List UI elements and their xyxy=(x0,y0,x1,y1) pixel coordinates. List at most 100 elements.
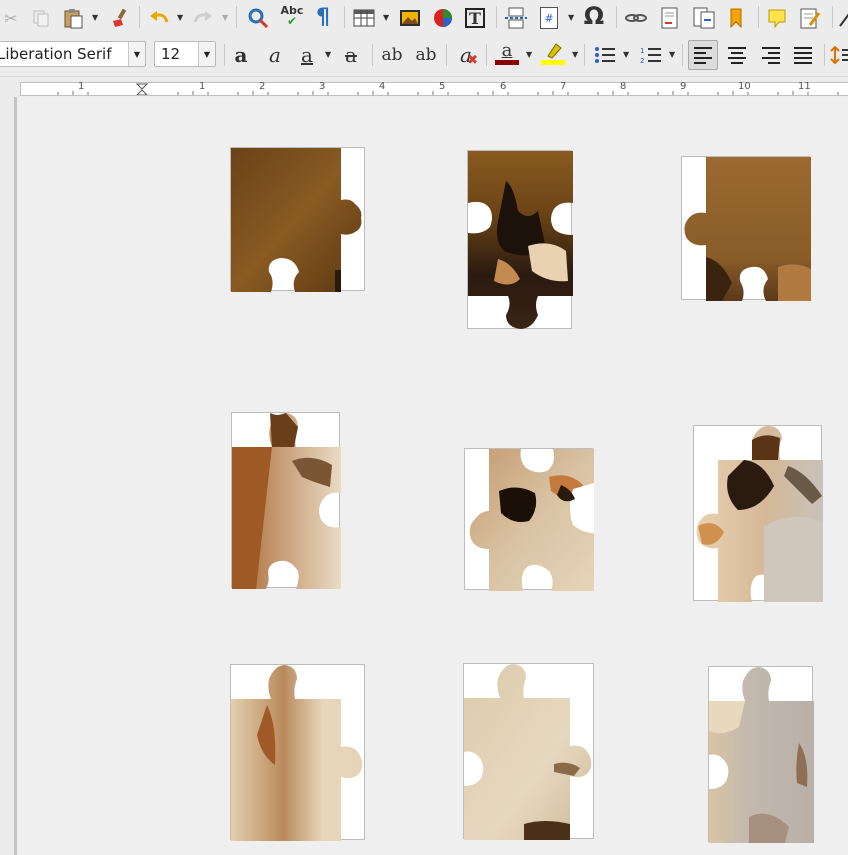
puzzle-piece-4[interactable] xyxy=(231,412,341,589)
footnote-icon[interactable] xyxy=(656,4,684,32)
font-size-value[interactable]: 12 xyxy=(155,45,198,63)
field-icon: # xyxy=(540,7,558,29)
ruler-number: 6 xyxy=(500,81,507,92)
svg-text:2: 2 xyxy=(640,57,644,65)
highlight-dropdown-arrow[interactable]: ▼ xyxy=(572,50,578,59)
subscript-icon: ab xyxy=(415,45,437,65)
redo-icon[interactable] xyxy=(190,4,216,32)
track-changes-icon[interactable] xyxy=(796,4,824,32)
ruler-number: 1 xyxy=(199,81,206,92)
chevron-down-icon[interactable]: ▼ xyxy=(198,42,215,66)
puzzle-piece-9[interactable] xyxy=(708,666,814,843)
underline-button[interactable]: a xyxy=(294,41,320,69)
strikethrough-icon: a xyxy=(345,43,357,67)
special-character-button[interactable]: Ω xyxy=(580,2,608,30)
puzzle-piece-6[interactable] xyxy=(693,425,823,602)
puzzle-piece-3[interactable] xyxy=(681,156,811,301)
undo-icon[interactable] xyxy=(146,4,172,32)
puzzle-piece-2[interactable] xyxy=(467,150,573,329)
numbered-dropdown-arrow[interactable]: ▼ xyxy=(669,50,675,59)
puzzle-piece-7[interactable] xyxy=(230,664,365,841)
font-name-combobox[interactable]: Liberation Serif ▼ xyxy=(0,41,146,67)
ruler-number: 2 xyxy=(259,81,266,92)
puzzle-piece-8[interactable] xyxy=(463,663,594,840)
bold-button[interactable]: a xyxy=(228,41,254,69)
bookmark-icon[interactable] xyxy=(724,4,750,32)
ruler-number: 9 xyxy=(680,81,687,92)
field-button[interactable]: # xyxy=(536,4,562,32)
image-icon[interactable] xyxy=(396,4,424,32)
toolbar-separator xyxy=(682,44,683,66)
ruler-number: 5 xyxy=(439,81,446,92)
scissors-icon[interactable]: ✂ xyxy=(2,4,20,32)
align-right-icon[interactable] xyxy=(756,41,786,69)
toolbar-separator xyxy=(832,6,833,28)
find-replace-icon[interactable] xyxy=(244,4,272,32)
line-spacing-icon[interactable] xyxy=(830,41,848,69)
toolbar-separator xyxy=(139,6,140,28)
superscript-button[interactable]: ab xyxy=(378,41,406,69)
field-dropdown-arrow[interactable]: ▼ xyxy=(568,13,574,22)
strikethrough-button[interactable]: a xyxy=(338,41,364,69)
bullet-dropdown-arrow[interactable]: ▼ xyxy=(623,50,629,59)
puzzle-piece-1[interactable] xyxy=(230,147,365,292)
textbox-button[interactable]: T xyxy=(462,4,488,32)
hyperlink-icon[interactable] xyxy=(622,4,650,32)
chart-icon[interactable] xyxy=(430,4,456,32)
font-size-combobox[interactable]: 12 ▼ xyxy=(154,41,216,67)
toolbar-separator xyxy=(446,44,447,66)
toolbar-separator xyxy=(236,6,237,28)
paste-dropdown-arrow[interactable]: ▼ xyxy=(92,13,98,22)
ruler-number: 3 xyxy=(319,81,326,92)
font-color-dropdown-arrow[interactable]: ▼ xyxy=(526,50,532,59)
pilcrow-icon: ¶ xyxy=(316,4,330,30)
subscript-button[interactable]: ab xyxy=(412,41,440,69)
highlighter-icon xyxy=(547,42,562,59)
ruler-page-area[interactable] xyxy=(20,82,848,96)
toolbar-separator xyxy=(224,44,225,66)
toolbar-separator xyxy=(616,6,617,28)
font-color-icon: a xyxy=(501,39,513,61)
underline-icon: a xyxy=(301,43,313,67)
italic-button[interactable]: a xyxy=(262,41,288,69)
page-break-icon[interactable] xyxy=(502,4,530,32)
ruler-number: 10 xyxy=(738,81,751,92)
clipboard-icon[interactable] xyxy=(60,4,86,32)
omega-icon: Ω xyxy=(583,2,605,30)
formatting-marks-button[interactable]: ¶ xyxy=(312,3,334,31)
copy-icon[interactable] xyxy=(30,4,52,32)
bullet-list-icon[interactable] xyxy=(590,41,620,69)
ruler-number: 4 xyxy=(379,81,386,92)
align-left-icon xyxy=(694,47,712,64)
highlight-color-swatch xyxy=(541,59,565,65)
cross-reference-icon[interactable] xyxy=(690,4,718,32)
comment-icon[interactable] xyxy=(764,4,790,32)
redo-dropdown-arrow[interactable]: ▼ xyxy=(222,13,228,22)
svg-text:1: 1 xyxy=(640,47,644,55)
toolbar-separator xyxy=(344,6,345,28)
puzzle-piece-5[interactable] xyxy=(464,448,594,591)
underline-dropdown-arrow[interactable]: ▼ xyxy=(325,50,331,59)
toolbar-separator xyxy=(584,44,585,66)
formatting-toolbar: Liberation Serif ▼ 12 ▼ a a a ▼ a ab ab … xyxy=(0,36,848,77)
undo-dropdown-arrow[interactable]: ▼ xyxy=(177,13,183,22)
clear-formatting-button[interactable]: a ✖ xyxy=(452,41,480,69)
bold-icon: a xyxy=(234,43,248,67)
line-icon[interactable] xyxy=(838,4,848,32)
chevron-down-icon[interactable]: ▼ xyxy=(128,42,145,66)
numbered-list-icon[interactable]: 12 xyxy=(636,41,666,69)
paintbrush-icon[interactable] xyxy=(108,4,132,32)
check-icon: ✔ xyxy=(286,14,298,28)
table-dropdown-arrow[interactable]: ▼ xyxy=(383,13,389,22)
align-left-button[interactable] xyxy=(688,40,718,70)
spellcheck-button[interactable]: Abc ✔ xyxy=(278,2,306,30)
table-icon[interactable] xyxy=(350,4,378,32)
red-x-icon: ✖ xyxy=(467,53,478,68)
justify-icon[interactable] xyxy=(788,41,818,69)
ruler-number: 11 xyxy=(798,81,811,92)
textbox-icon: T xyxy=(465,8,485,28)
align-center-icon[interactable] xyxy=(722,41,752,69)
highlight-button[interactable] xyxy=(538,39,568,67)
font-color-button[interactable]: a xyxy=(492,39,522,67)
font-name-value[interactable]: Liberation Serif xyxy=(0,45,128,63)
